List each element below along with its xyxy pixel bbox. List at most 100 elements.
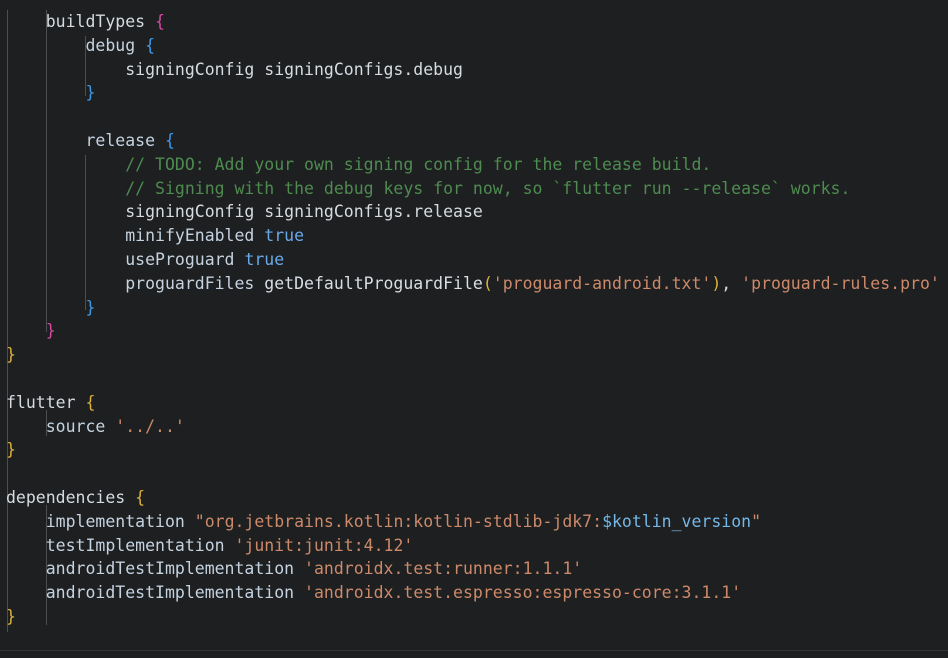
code-line[interactable]: // TODO: Add your own signing config for… [0,153,948,177]
code-line[interactable]: dependencies { [0,486,948,510]
code-line[interactable]: } [0,319,948,343]
code-token: " [751,511,762,531]
code-token: getDefaultProguardFile [264,273,483,293]
code-token: true [244,249,285,269]
code-token: ) [711,273,722,293]
code-line[interactable] [0,367,948,391]
code-token: , [721,273,732,293]
code-line[interactable]: debug { [0,34,948,58]
code-line[interactable]: } [0,343,948,367]
code-line[interactable]: signingConfig signingConfigs.debug [0,58,948,82]
code-token: 'junit:junit:4.12' [234,535,414,555]
code-token: debug [85,35,136,55]
code-line[interactable]: flutter { [0,391,948,415]
code-line[interactable]: buildTypes { [0,10,948,34]
code-token: androidTestImplementation [45,559,295,579]
horizontal-scrollbar-track[interactable] [0,651,948,658]
code-token: useProguard [125,249,235,269]
code-token: signingConfig signingConfigs.debug [125,59,463,79]
code-token: 'androidx.test:runner:1.1.1' [304,559,583,579]
code-token: "org.jetbrains.kotlin:kotlin-stdlib-jdk7… [194,511,603,531]
code-token: minifyEnabled [125,226,255,246]
code-line[interactable]: minifyEnabled true [0,224,948,248]
code-token: } [85,297,96,317]
code-line[interactable]: proguardFiles getDefaultProguardFile('pr… [0,272,948,296]
code-token: { [85,392,96,412]
code-line[interactable]: } [0,296,948,320]
code-token: dependencies [6,487,126,507]
code-line[interactable]: release { [0,129,948,153]
code-line[interactable] [0,462,948,486]
code-token: implementation [45,511,185,531]
code-token: buildTypes [45,12,146,31]
code-token: signingConfig signingConfigs.release [125,202,483,222]
code-content[interactable]: buildTypes { debug { signingConfig signi… [0,10,948,629]
code-token: $kotlin_version [602,511,752,531]
code-token: release [85,130,156,150]
code-token: { [145,35,156,55]
code-token: } [85,83,96,103]
code-line[interactable] [0,105,948,129]
code-token: flutter [6,392,76,412]
code-token: proguardFiles [125,273,255,293]
code-editor-surface[interactable]: buildTypes { debug { signingConfig signi… [0,0,948,658]
code-token: // TODO: Add your own signing config for… [125,154,712,174]
code-token: // Signing with the debug keys for now, … [125,178,851,198]
code-token: } [6,345,16,365]
code-line[interactable]: } [0,438,948,462]
code-token: 'proguard-android.txt' [492,273,712,293]
code-line[interactable]: useProguard true [0,248,948,272]
code-token: 'proguard-rules.pro' [741,273,940,293]
code-line[interactable]: testImplementation 'junit:junit:4.12' [0,534,948,558]
code-token: true [264,226,305,246]
code-token: source [45,416,106,436]
code-token: 'androidx.test.espresso:espresso-core:3.… [304,583,742,603]
code-line[interactable]: } [0,605,948,629]
code-line[interactable]: } [0,81,948,105]
code-token: { [135,487,146,507]
code-line[interactable]: // Signing with the debug keys for now, … [0,177,948,201]
code-line[interactable]: source '../..' [0,415,948,439]
code-token: androidTestImplementation [45,583,295,603]
code-line[interactable]: signingConfig signingConfigs.release [0,200,948,224]
code-token: } [45,321,56,341]
code-line[interactable]: implementation "org.jetbrains.kotlin:kot… [0,510,948,534]
code-token: { [155,12,165,31]
code-token: ( [482,273,493,293]
code-token: } [6,606,16,626]
code-line[interactable]: androidTestImplementation 'androidx.test… [0,557,948,581]
code-line[interactable]: androidTestImplementation 'androidx.test… [0,581,948,605]
code-token: testImplementation [45,535,225,555]
